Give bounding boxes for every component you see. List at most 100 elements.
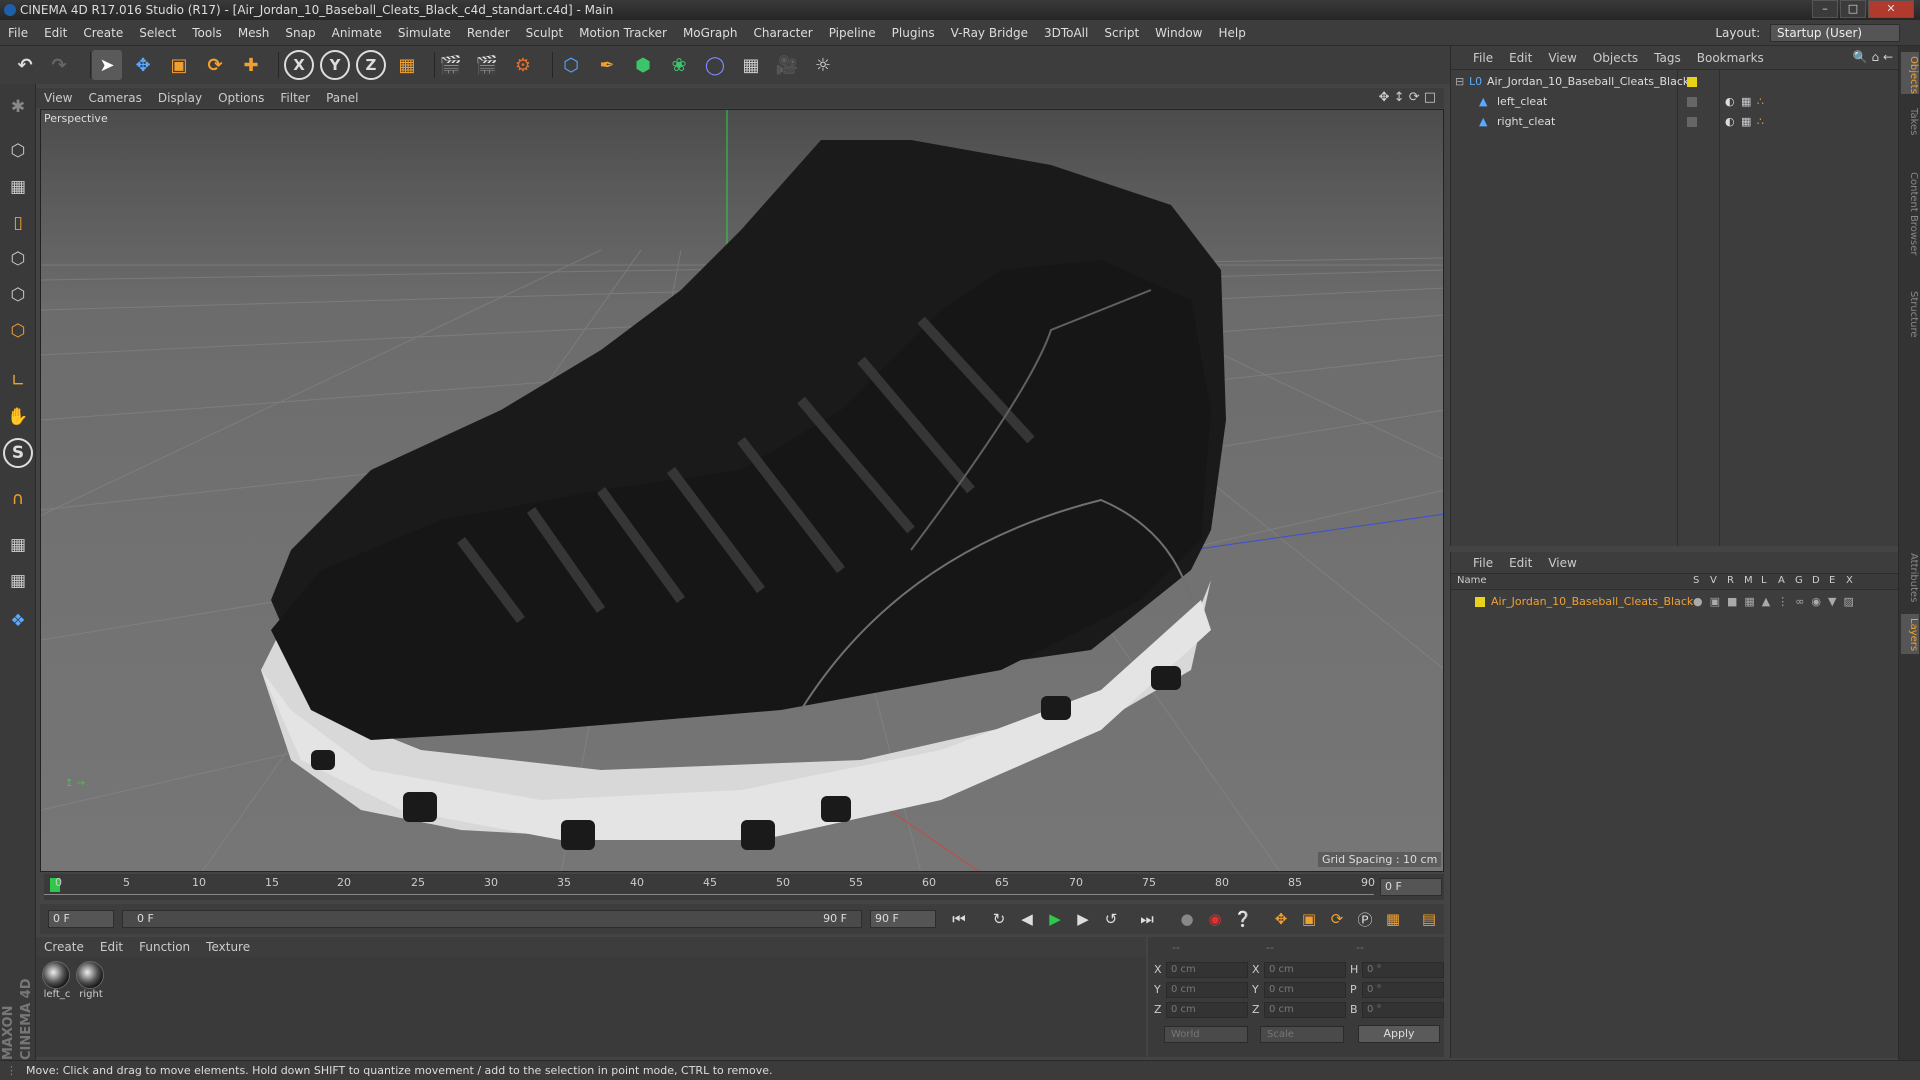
keyframe-disabled-icon[interactable]: ● <box>1174 907 1200 931</box>
cube-primitive-icon[interactable]: ⬡ <box>556 50 586 80</box>
pos-x-field[interactable]: 0 cm <box>1166 962 1248 978</box>
menu-tools[interactable]: Tools <box>184 20 230 46</box>
workplane-lock-icon[interactable]: ▦ <box>3 530 33 560</box>
layer-menu-file[interactable]: File <box>1465 552 1501 574</box>
loop-icon[interactable]: ↻ <box>986 907 1012 931</box>
object-menu-edit[interactable]: Edit <box>1501 46 1540 70</box>
menu-plugins[interactable]: Plugins <box>884 20 943 46</box>
frame-range-slider[interactable]: 0 F 90 F <box>122 910 862 928</box>
material-tag-icon[interactable]: ◐ <box>1725 92 1735 112</box>
move-tool-icon[interactable]: ✥ <box>128 50 158 80</box>
go-to-start-icon[interactable]: ⏮ <box>946 907 972 931</box>
rot-p-field[interactable]: 0 ° <box>1362 982 1444 998</box>
camera-icon[interactable]: 🎥 <box>772 50 802 80</box>
maximize-button[interactable]: □ <box>1840 0 1866 18</box>
menu-snap[interactable]: Snap <box>277 20 323 46</box>
menu-create[interactable]: Create <box>75 20 131 46</box>
object-row[interactable]: ▲ right_cleat ◐ ▦ ∴ <box>1451 112 1899 132</box>
python-icon[interactable]: ❖ <box>3 606 33 636</box>
max-frame-field[interactable]: 90 F <box>870 910 936 928</box>
layer-menu-view[interactable]: View <box>1540 552 1584 574</box>
layer-col-r[interactable]: R <box>1727 575 1734 586</box>
spline-pen-icon[interactable]: ✒ <box>592 50 622 80</box>
previous-frame-icon[interactable]: ◀ <box>1014 907 1040 931</box>
viewport-menu-panel[interactable]: Panel <box>318 88 366 108</box>
menu-simulate[interactable]: Simulate <box>390 20 459 46</box>
menu-select[interactable]: Select <box>131 20 184 46</box>
menu-pipeline[interactable]: Pipeline <box>821 20 884 46</box>
size-z-field[interactable]: 0 cm <box>1264 1002 1346 1018</box>
material-menu-edit[interactable]: Edit <box>92 937 131 957</box>
apply-button[interactable]: Apply <box>1358 1025 1440 1043</box>
size-y-field[interactable]: 0 cm <box>1264 982 1346 998</box>
menu-edit[interactable]: Edit <box>36 20 75 46</box>
record-icon[interactable]: ◉ <box>1202 907 1228 931</box>
minimize-button[interactable]: – <box>1812 0 1838 18</box>
tab-structure[interactable]: Structure <box>1901 286 1919 342</box>
layer-toggle-icons[interactable]: ●▣■▦▲⋮∞◉▼▨ <box>1693 592 1861 612</box>
layer-col-e[interactable]: E <box>1829 575 1835 586</box>
layer-row[interactable]: Air_Jordan_10_Baseball_Cleats_Black ●▣■▦… <box>1451 592 1899 612</box>
menu-mograph[interactable]: MoGraph <box>675 20 746 46</box>
pla-key-icon[interactable]: ▦ <box>1380 907 1406 931</box>
snapping-icon[interactable]: S <box>3 438 33 468</box>
tab-objects[interactable]: Objects <box>1901 52 1919 94</box>
layer-col-a[interactable]: A <box>1778 575 1785 586</box>
menu-3dtoall[interactable]: 3DToAll <box>1036 20 1096 46</box>
layer-col-d[interactable]: D <box>1812 575 1820 586</box>
menu-file[interactable]: File <box>0 20 36 46</box>
undo-icon[interactable]: ↶ <box>10 50 40 80</box>
timeline-window-icon[interactable]: ▤ <box>1416 907 1442 931</box>
current-frame-field[interactable]: 0 F <box>48 910 114 928</box>
tab-attributes[interactable]: Attributes <box>1901 546 1919 610</box>
layer-col-v[interactable]: V <box>1710 575 1717 586</box>
material-menu-function[interactable]: Function <box>131 937 198 957</box>
size-x-field[interactable]: 0 cm <box>1264 962 1346 978</box>
phong-tag-icon[interactable]: ∴ <box>1757 112 1764 132</box>
perspective-viewport[interactable]: ↥ → <box>40 109 1444 872</box>
close-button[interactable]: ✕ <box>1868 0 1914 18</box>
menu-render[interactable]: Render <box>459 20 518 46</box>
play-icon[interactable]: ▶ <box>1042 907 1068 931</box>
pos-z-field[interactable]: 0 cm <box>1166 1002 1248 1018</box>
axis-mode-icon[interactable]: ∟ <box>3 366 33 396</box>
redo-icon[interactable]: ↷ <box>44 50 74 80</box>
object-menu-objects[interactable]: Objects <box>1585 46 1646 70</box>
viewport-navigation-icons[interactable]: ✥ ↕ ⟳ □ <box>1379 90 1436 105</box>
tweak-mode-icon[interactable]: ✋ <box>3 402 33 432</box>
parameter-key-icon[interactable]: Ⓟ <box>1352 907 1378 931</box>
deformer-bend-icon[interactable]: ◯ <box>700 50 730 80</box>
menu-animate[interactable]: Animate <box>324 20 390 46</box>
timeline-end-field[interactable]: 0 F <box>1380 878 1442 896</box>
z-axis-lock-icon[interactable]: Z <box>356 50 386 80</box>
make-editable-icon[interactable]: ✱ <box>3 92 33 122</box>
collapse-icon[interactable]: ⊟ <box>1455 72 1464 92</box>
object-menu-bookmarks[interactable]: Bookmarks <box>1689 46 1772 70</box>
viewport-menu-display[interactable]: Display <box>150 88 210 108</box>
menu-motion-tracker[interactable]: Motion Tracker <box>571 20 675 46</box>
timeline-ruler[interactable]: 0 5 10 15 20 25 30 35 40 45 50 55 60 65 … <box>44 874 1444 900</box>
move-key-icon[interactable]: ✥ <box>1268 907 1294 931</box>
texture-mode-icon[interactable]: ▦ <box>3 172 33 202</box>
material-swatch[interactable]: left_c <box>42 961 72 1000</box>
material-swatch[interactable]: right <box>76 961 106 1000</box>
tab-content-browser[interactable]: Content Browser <box>1901 146 1919 282</box>
viewport-menu-cameras[interactable]: Cameras <box>80 88 149 108</box>
rot-h-field[interactable]: 0 ° <box>1362 962 1444 978</box>
phong-tag-icon[interactable]: ∴ <box>1757 92 1764 112</box>
layer-menu-edit[interactable]: Edit <box>1501 552 1540 574</box>
x-axis-lock-icon[interactable]: X <box>284 50 314 80</box>
coordinate-system-icon[interactable]: ▦ <box>392 50 422 80</box>
object-menu-view[interactable]: View <box>1540 46 1584 70</box>
workplane-mode-icon[interactable]: ▯ <box>3 208 33 238</box>
render-settings-icon[interactable]: ⚙ <box>508 50 538 80</box>
pos-y-field[interactable]: 0 cm <box>1166 982 1248 998</box>
coordinate-mode-dropdown[interactable]: World <box>1164 1026 1248 1043</box>
layer-col-s[interactable]: S <box>1693 575 1699 586</box>
array-mograph-icon[interactable]: ❀ <box>664 50 694 80</box>
viewport-menu-options[interactable]: Options <box>210 88 272 108</box>
floor-grid-icon[interactable]: ▦ <box>736 50 766 80</box>
object-menu-tags[interactable]: Tags <box>1646 46 1689 70</box>
layer-col-l[interactable]: L <box>1761 575 1767 586</box>
model-mode-icon[interactable]: ⬡ <box>3 136 33 166</box>
